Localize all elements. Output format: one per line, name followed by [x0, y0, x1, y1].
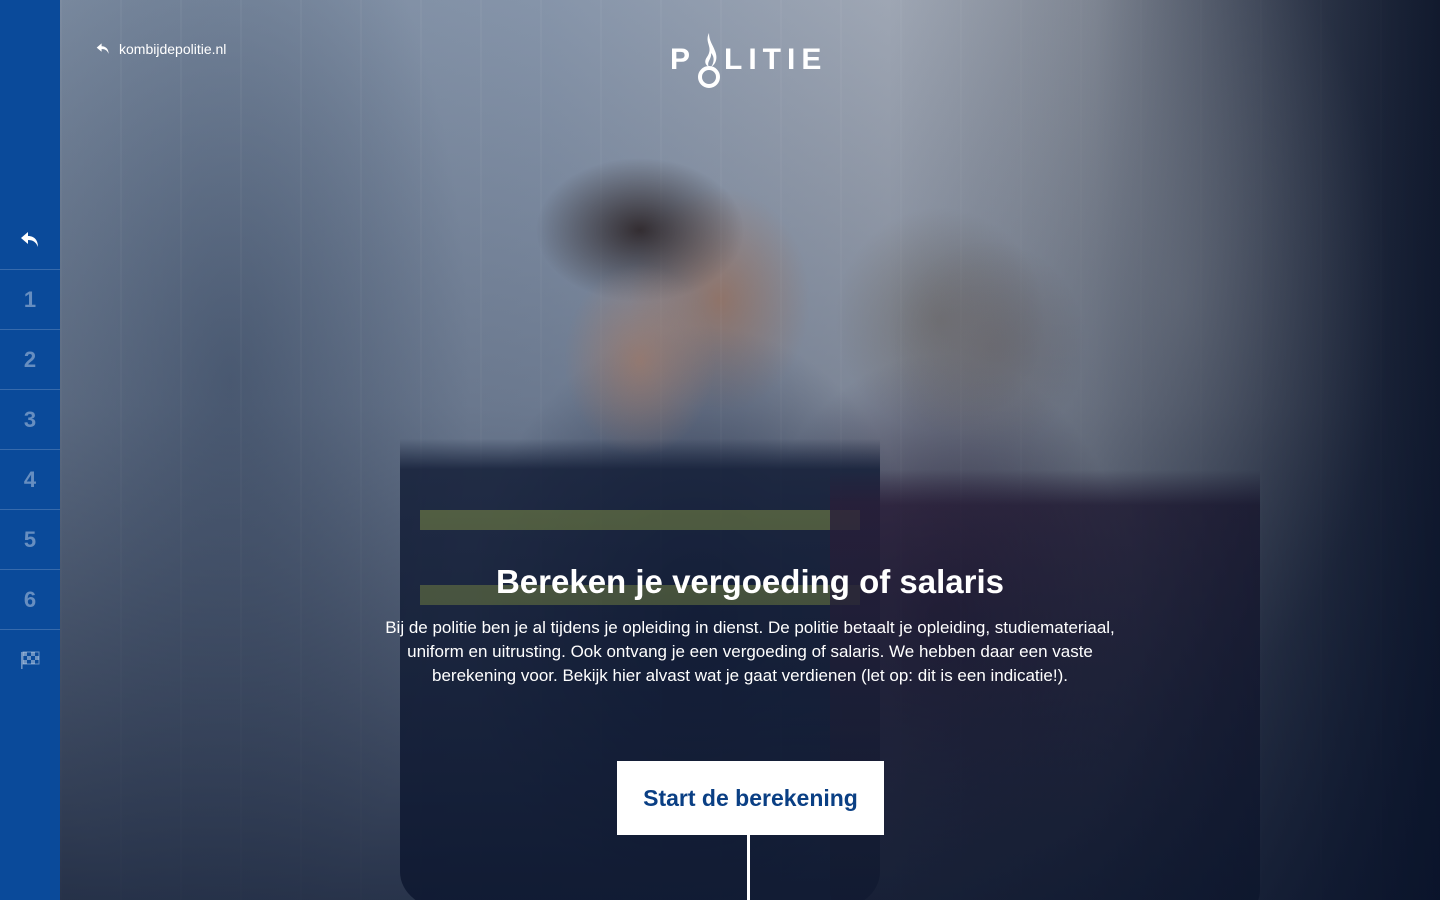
- kombijdepolitie-back-link[interactable]: kombijdepolitie.nl: [95, 41, 226, 57]
- start-calculation-button[interactable]: Start de berekening: [617, 761, 884, 835]
- cta-connector-line: [747, 835, 750, 900]
- sidebar-step-1[interactable]: 1: [0, 270, 60, 330]
- back-link-label: kombijdepolitie.nl: [119, 41, 227, 57]
- checkered-flag-icon: [21, 651, 40, 669]
- sidebar-finish-step[interactable]: [0, 630, 60, 690]
- back-arrow-icon: [96, 43, 109, 54]
- sidebar-back-button[interactable]: [0, 210, 60, 270]
- sidebar-step-6[interactable]: 6: [0, 570, 60, 630]
- hero-content: Bereken je vergoeding of salaris Bij de …: [380, 560, 1120, 688]
- logo-letters: LITIE: [724, 43, 828, 76]
- sidebar-step-4[interactable]: 4: [0, 450, 60, 510]
- page-title: Bereken je vergoeding of salaris: [495, 563, 1005, 600]
- politie-logo: P LITIE: [670, 30, 832, 90]
- logo-letter-p: P: [670, 43, 695, 76]
- intro-text: Bij de politie ben je al tijdens je ople…: [385, 618, 1115, 685]
- flame-emblem-icon: [698, 33, 721, 88]
- step-sidebar: 1 2 3 4 5 6: [0, 0, 60, 900]
- back-arrow-icon: [21, 231, 38, 247]
- sidebar-step-3[interactable]: 3: [0, 390, 60, 450]
- sidebar-step-2[interactable]: 2: [0, 330, 60, 390]
- sidebar-step-5[interactable]: 5: [0, 510, 60, 570]
